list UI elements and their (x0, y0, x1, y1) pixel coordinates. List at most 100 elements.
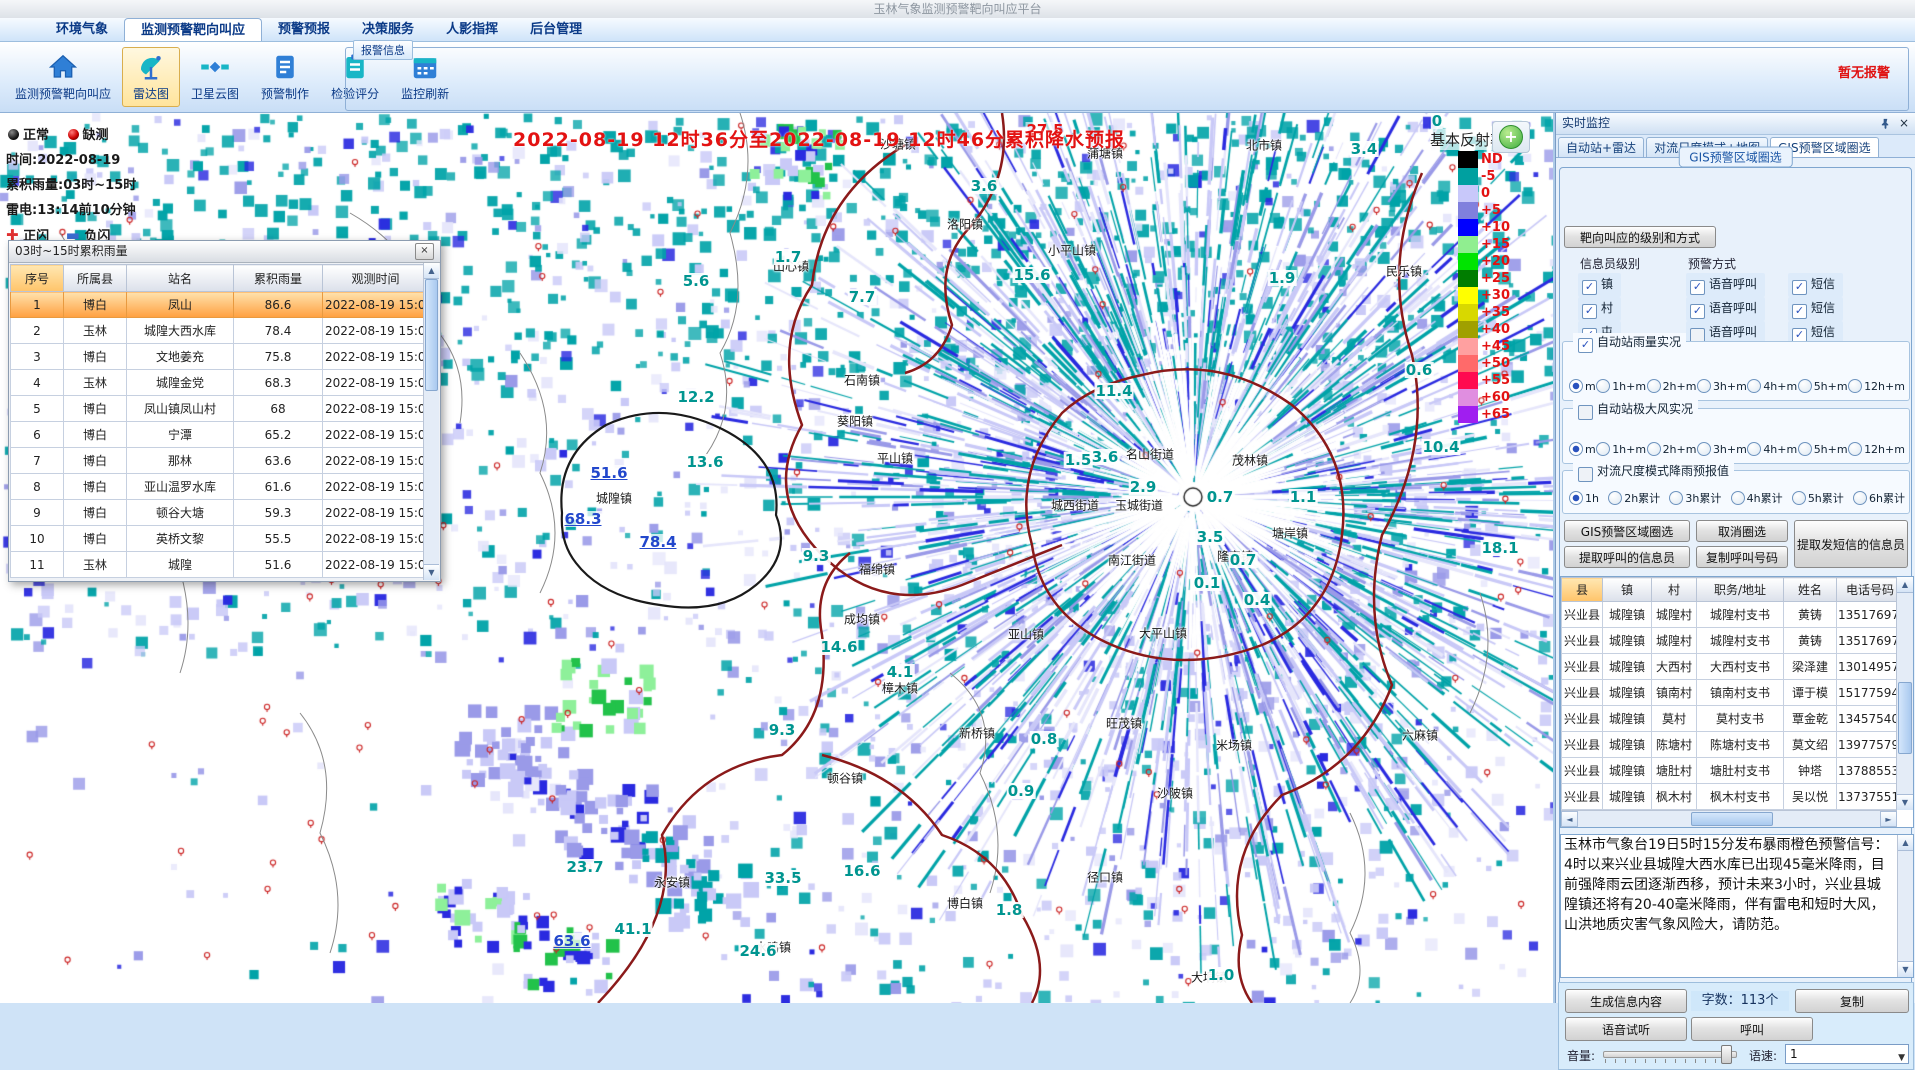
column-header[interactable]: 累积雨量 (234, 265, 323, 292)
scroll-right-icon[interactable]: ► (1880, 811, 1897, 827)
sms-0-checkbox[interactable]: ✓ (1792, 280, 1807, 295)
radio-3h+m[interactable]: 3h+m (1697, 379, 1747, 393)
radio-1h[interactable]: 1h (1569, 491, 1599, 505)
contact-row[interactable]: 兴业县城隍镇镇南村镇南村支书谭于模151775946 (1562, 680, 1904, 706)
table-row[interactable]: 1博白凤山86.62022-08-19 15:00 (11, 292, 429, 318)
radio-5h+m[interactable]: 5h+m (1798, 442, 1848, 456)
copy-call-numbers-button[interactable]: 复制呼叫号码 (1696, 546, 1788, 568)
contact-row[interactable]: 兴业县城隍镇城隍村城隍村支书黄铸135176975 (1562, 602, 1904, 628)
radio-4h+m[interactable]: 4h+m (1747, 442, 1797, 456)
radio-1h+m[interactable]: 1h+m (1596, 379, 1646, 393)
column-header[interactable]: 电话号码 (1837, 578, 1904, 602)
radio-circle[interactable] (1569, 379, 1583, 393)
scroll-up-icon[interactable]: ▲ (1897, 577, 1913, 593)
contact-row[interactable]: 兴业县城隍镇城隍村城隍村支书黄铸135176975 (1562, 628, 1904, 654)
radio-circle[interactable] (1608, 491, 1622, 505)
sms-1-checkbox[interactable]: ✓ (1792, 304, 1807, 319)
table-row[interactable]: 5博白凤山镇凤山村682022-08-19 15:00 (11, 396, 429, 422)
radio-2h+m[interactable]: 2h+m (1647, 442, 1697, 456)
radio-5h累计[interactable]: 5h累计 (1792, 490, 1844, 506)
radio-circle[interactable] (1731, 491, 1745, 505)
column-header[interactable]: 镇 (1603, 578, 1652, 602)
menu-tab-4[interactable]: 人影指挥 (430, 18, 514, 41)
radio-12h+m[interactable]: 12h+m (1848, 379, 1905, 393)
warning-message-textarea[interactable]: 玉林市气象台19日5时15分发布暴雨橙色预警信号：4时以来兴业县城隍大西水库已出… (1560, 834, 1914, 978)
contact-row[interactable]: 兴业县城隍镇大西村大西村支书梁泽建130149571 (1562, 654, 1904, 680)
wind-group-checkbox[interactable]: ✓ (1578, 405, 1593, 420)
model-group-checkbox[interactable]: ✓ (1578, 467, 1593, 482)
extract-sms-informer-button[interactable]: 提取发短信的信息员 (1794, 520, 1908, 568)
menu-tab-2[interactable]: 预警预报 (262, 18, 346, 41)
level-0-checkbox[interactable]: ✓ (1582, 280, 1597, 295)
radio-1h+m[interactable]: 1h+m (1596, 442, 1646, 456)
voice-call-0-checkbox[interactable]: ✓ (1690, 280, 1705, 295)
pin-icon[interactable] (1880, 118, 1891, 129)
map-zoom-in-button[interactable]: + (1492, 121, 1530, 153)
radio-4h+m[interactable]: 4h+m (1747, 379, 1797, 393)
radio-12h+m[interactable]: 12h+m (1848, 442, 1905, 456)
panel-tab-0[interactable]: 自动站+雷达 (1558, 137, 1644, 157)
radio-2h累计[interactable]: 2h累计 (1608, 490, 1660, 506)
contact-row[interactable]: 兴业县城隍镇塘肚村塘肚村支书钟塔137885534 (1562, 758, 1904, 784)
radio-6h累计[interactable]: 6h累计 (1853, 490, 1905, 506)
contact-row[interactable]: 兴业县城隍镇莫村莫村支书覃金乾134575405 (1562, 706, 1904, 732)
radio-5h+m[interactable]: 5h+m (1798, 379, 1848, 393)
column-header[interactable]: 观测时间 (323, 265, 429, 292)
radio-circle[interactable] (1747, 442, 1761, 456)
tool-button-3[interactable]: 预警制作 (250, 47, 320, 107)
tool-button-1[interactable]: 雷达图 (122, 47, 180, 107)
table-row[interactable]: 7博白那林63.62022-08-19 15:00 (11, 448, 429, 474)
scroll-up-icon[interactable]: ▲ (1898, 835, 1913, 851)
extract-call-informer-button[interactable]: 提取呼叫的信息员 (1564, 546, 1690, 568)
radio-circle[interactable] (1747, 379, 1761, 393)
scroll-left-icon[interactable]: ◄ (1561, 811, 1578, 827)
table-row[interactable]: 2玉林城隍大西水库78.42022-08-19 15:00 (11, 318, 429, 344)
radio-3h累计[interactable]: 3h累计 (1669, 490, 1721, 506)
volume-slider-thumb[interactable] (1721, 1045, 1732, 1064)
scrollbar-thumb[interactable] (425, 279, 438, 391)
voice-preview-button[interactable]: 语音试听 (1565, 1017, 1687, 1041)
contact-row[interactable]: 兴业县城隍镇陈塘村陈塘村支书莫文绍139775796 (1562, 732, 1904, 758)
close-icon[interactable]: × (415, 243, 434, 260)
radio-2h+m[interactable]: 2h+m (1647, 379, 1697, 393)
radio-m[interactable]: m (1569, 379, 1596, 393)
gis-select-button[interactable]: GIS预警区域圈选 (1564, 520, 1690, 542)
radio-circle[interactable] (1569, 442, 1583, 456)
menu-tab-1[interactable]: 监测预警靶向叫应 (124, 18, 262, 41)
contact-table-hscrollbar[interactable]: ◄ ► (1561, 810, 1897, 827)
rain-group-checkbox[interactable]: ✓ (1578, 338, 1593, 353)
menu-tab-5[interactable]: 后台管理 (514, 18, 598, 41)
table-row[interactable]: 9博白顿谷大塘59.32022-08-19 15:00 (11, 500, 429, 526)
column-header[interactable]: 姓名 (1784, 578, 1837, 602)
close-icon[interactable]: × (1899, 113, 1909, 134)
radio-circle[interactable] (1596, 442, 1610, 456)
radio-circle[interactable] (1792, 491, 1806, 505)
contact-row[interactable]: 兴业县城隍镇枫木村枫木村支书吴以悦137375511 (1562, 784, 1904, 810)
table-row[interactable]: 10博白英桥文黎55.52022-08-19 15:00 (11, 526, 429, 552)
radio-circle[interactable] (1798, 442, 1812, 456)
table-row[interactable]: 4玉林城隍金党68.32022-08-19 15:00 (11, 370, 429, 396)
column-header[interactable]: 站名 (127, 265, 234, 292)
radio-circle[interactable] (1697, 442, 1711, 456)
radio-4h累计[interactable]: 4h累计 (1731, 490, 1783, 506)
speed-select[interactable]: 1 ▼ (1785, 1044, 1909, 1064)
rain-table-scrollbar[interactable]: ▲ ▼ (423, 263, 439, 580)
table-row[interactable]: 3博白文地姜充75.82022-08-19 15:00 (11, 344, 429, 370)
column-header[interactable]: 村 (1652, 578, 1697, 602)
contact-table-vscrollbar[interactable]: ▲ ▼ (1896, 577, 1913, 810)
message-scrollbar[interactable]: ▲ ▼ (1897, 835, 1913, 977)
column-header[interactable]: 所属县 (64, 265, 127, 292)
table-row[interactable]: 8博白亚山温罗水库61.62022-08-19 15:00 (11, 474, 429, 500)
radio-3h+m[interactable]: 3h+m (1697, 442, 1747, 456)
radio-circle[interactable] (1569, 491, 1583, 505)
radio-circle[interactable] (1853, 491, 1867, 505)
call-level-button[interactable]: 靶向叫应的级别和方式 (1564, 226, 1716, 248)
scrollbar-thumb[interactable] (1898, 682, 1912, 754)
rain-table-titlebar[interactable]: 03时~15时累积雨量 × (9, 241, 440, 263)
radio-circle[interactable] (1697, 379, 1711, 393)
call-button[interactable]: 呼叫 (1691, 1017, 1813, 1041)
radio-circle[interactable] (1669, 491, 1683, 505)
level-1-checkbox[interactable]: ✓ (1582, 304, 1597, 319)
scroll-down-icon[interactable]: ▼ (424, 564, 439, 580)
voice-call-1-checkbox[interactable]: ✓ (1690, 304, 1705, 319)
